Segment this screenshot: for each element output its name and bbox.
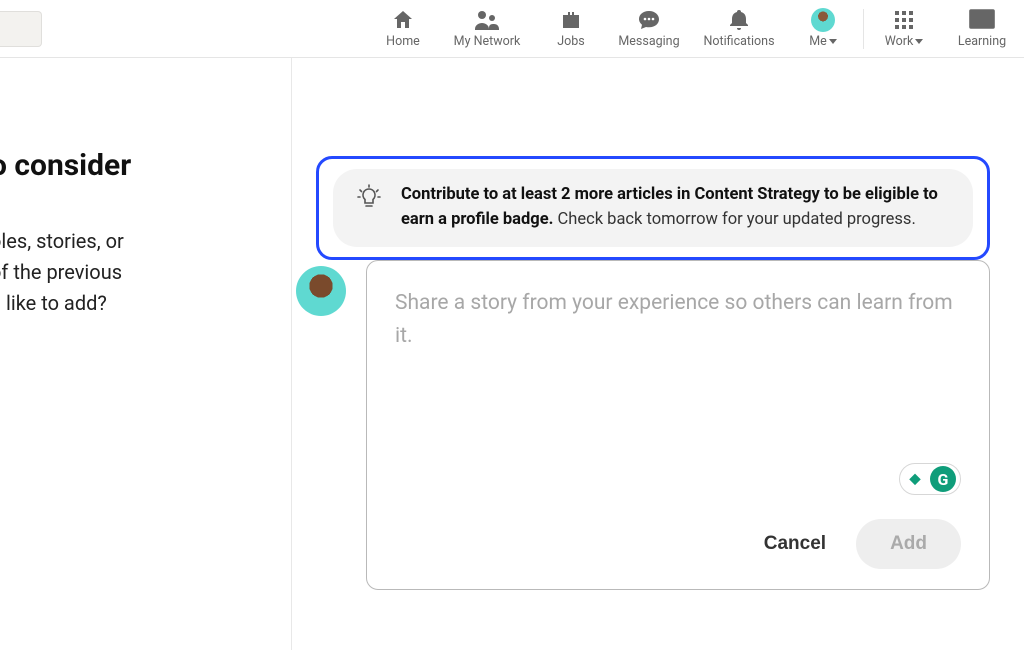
- cancel-button[interactable]: Cancel: [764, 533, 826, 555]
- briefcase-icon: [559, 8, 583, 32]
- add-button[interactable]: Add: [856, 519, 961, 569]
- nav-separator: [863, 9, 864, 49]
- right-column: Contribute to at least 2 more articles i…: [292, 58, 1024, 650]
- nav-items: Home My Network Jobs Messaging Notificat: [367, 0, 1024, 57]
- compose-actions: Cancel Add: [395, 519, 961, 569]
- nav-network[interactable]: My Network: [439, 0, 535, 57]
- search-input-stub[interactable]: [0, 11, 42, 47]
- people-icon: [474, 8, 500, 32]
- prompt-body: oles, stories, or of the previous u like…: [0, 226, 291, 319]
- prompt-line: of the previous: [0, 257, 291, 288]
- compose-box[interactable]: Share a story from your experience so ot…: [366, 260, 990, 590]
- nav-home-label: Home: [386, 34, 420, 49]
- grammarly-icon: G: [930, 466, 956, 492]
- compose-row: Share a story from your experience so ot…: [296, 260, 990, 590]
- nav-work-label: Work: [885, 34, 914, 49]
- home-icon: [391, 8, 415, 32]
- prompt-line: oles, stories, or: [0, 226, 291, 257]
- nav-me-label: Me: [809, 34, 827, 49]
- compose-placeholder: Share a story from your experience so ot…: [395, 287, 961, 352]
- prompt-line: u like to add?: [0, 288, 291, 319]
- hint-rest: Check back tomorrow for your updated pro…: [553, 210, 915, 229]
- nav-work[interactable]: Work: [868, 0, 940, 57]
- chat-icon: [637, 8, 661, 32]
- user-avatar[interactable]: [296, 266, 346, 316]
- chevron-down-icon: [915, 39, 923, 44]
- hint-banner: Contribute to at least 2 more articles i…: [333, 169, 973, 247]
- grammarly-widget[interactable]: ◆ G: [899, 463, 961, 495]
- bell-icon: [727, 8, 751, 32]
- grid-icon: [893, 8, 915, 32]
- nav-learning-label: Learning: [958, 34, 1006, 49]
- nav-network-label: My Network: [454, 34, 521, 49]
- left-column: o consider oles, stories, or of the prev…: [0, 58, 292, 650]
- prompt-heading: o consider: [0, 148, 291, 184]
- top-nav: Home My Network Jobs Messaging Notificat: [0, 0, 1024, 58]
- nav-messaging[interactable]: Messaging: [607, 0, 691, 57]
- spacer: [395, 352, 961, 463]
- nav-notifications-label: Notifications: [703, 34, 774, 49]
- nav-jobs-label: Jobs: [557, 34, 585, 49]
- body: o consider oles, stories, or of the prev…: [0, 58, 1024, 650]
- lightbulb-icon: [355, 183, 383, 233]
- nav-me[interactable]: Me: [787, 0, 859, 57]
- editor-tools: ◆ G: [395, 463, 961, 495]
- hint-banner-highlight: Contribute to at least 2 more articles i…: [316, 156, 990, 260]
- nav-me-label-wrap: Me: [809, 34, 837, 49]
- chevron-down-icon: [829, 39, 837, 44]
- nav-learning[interactable]: Learning: [940, 0, 1024, 57]
- hint-text: Contribute to at least 2 more articles i…: [401, 183, 951, 233]
- nav-messaging-label: Messaging: [618, 34, 679, 49]
- nav-work-label-wrap: Work: [885, 34, 924, 49]
- grammarly-tone-icon: ◆: [904, 468, 926, 490]
- nav-jobs[interactable]: Jobs: [535, 0, 607, 57]
- learning-icon: [969, 8, 995, 32]
- nav-notifications[interactable]: Notifications: [691, 0, 787, 57]
- nav-home[interactable]: Home: [367, 0, 439, 57]
- avatar-icon: [811, 8, 835, 32]
